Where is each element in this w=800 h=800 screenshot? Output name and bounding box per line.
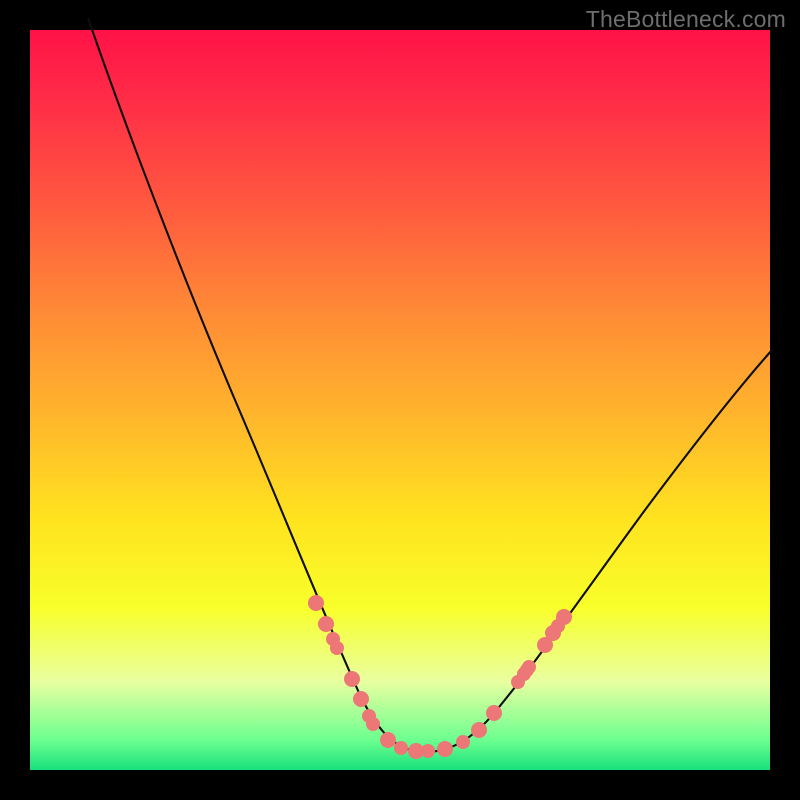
bottleneck-curve (88, 18, 772, 752)
watermark-text: TheBottleneck.com (586, 6, 786, 33)
curve-svg (30, 30, 770, 770)
chart-frame: TheBottleneck.com (0, 0, 800, 800)
plot-area (30, 30, 770, 770)
marker-dots (308, 595, 572, 759)
